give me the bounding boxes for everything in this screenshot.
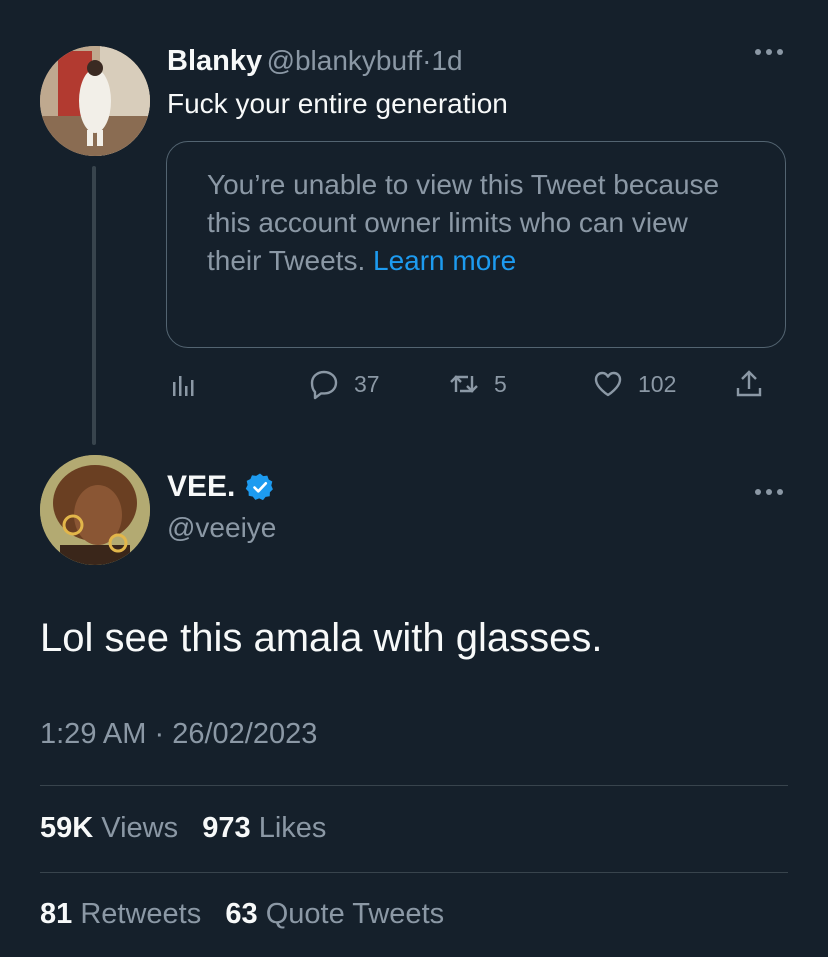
thread-line [92,166,96,445]
author-name[interactable]: Blanky [167,45,262,77]
views-label: Views [101,812,179,844]
analytics-button[interactable] [168,368,200,400]
stats-row: 59K Views 973 Likes [40,812,326,845]
author-handle[interactable]: @blankybuff [267,45,423,76]
tweet-time: 1:29 AM [40,718,147,750]
likes-label: Likes [258,812,327,844]
likes-count: 973 [202,812,251,844]
avatar[interactable] [40,455,150,565]
learn-more-link[interactable]: Learn more [373,245,516,276]
tweet-text: Fuck your entire generation [167,88,508,119]
author-handle[interactable]: @veeiye [167,512,276,544]
like-button[interactable]: 102 [592,368,676,400]
reply-icon [310,370,338,400]
like-icon [594,371,622,397]
tweet-age[interactable]: 1d [431,45,462,76]
more-icon [755,49,783,55]
tweet-header: Blanky @blankybuff·1d [167,42,463,85]
quotes-count: 63 [225,898,258,930]
like-count: 102 [638,370,677,397]
more-button[interactable] [754,44,784,62]
reply-author-row: VEE. [167,470,275,504]
share-button[interactable] [733,368,765,400]
avatar[interactable] [40,46,150,156]
analytics-icon [173,376,194,396]
quotes-label: Quote Tweets [265,898,445,930]
retweet-count: 5 [494,370,507,397]
divider [40,785,788,786]
stats-row: 81 Retweets 63 Quote Tweets [40,898,444,931]
reply-count: 37 [354,370,380,397]
tweet-text: Lol see this amala with glasses. [40,616,603,660]
avatar-image [40,46,150,156]
unavailable-tweet-card: You’re unable to view this Tweet because… [166,141,786,348]
retweets-label: Retweets [80,898,202,930]
retweets-stat[interactable]: 81 Retweets [40,898,201,930]
retweet-icon [450,375,478,393]
author-name[interactable]: VEE. [167,470,235,504]
tweet-date: 26/02/2023 [172,718,318,750]
likes-stat[interactable]: 973 Likes [202,812,326,844]
retweets-count: 81 [40,898,73,930]
avatar-image [40,455,150,565]
tweet-timestamp[interactable]: 1:29 AM · 26/02/2023 [40,718,317,751]
more-icon [755,489,783,495]
reply-button[interactable]: 37 [308,368,380,400]
quote-tweets-stat[interactable]: 63 Quote Tweets [225,898,444,930]
verified-badge-icon [246,473,274,501]
unavailable-message-block: You’re unable to view this Tweet because… [207,166,727,280]
retweet-button[interactable]: 5 [448,368,507,400]
divider [40,872,788,873]
views-count: 59K [40,812,94,844]
share-icon [736,370,762,397]
more-button[interactable] [754,484,784,502]
